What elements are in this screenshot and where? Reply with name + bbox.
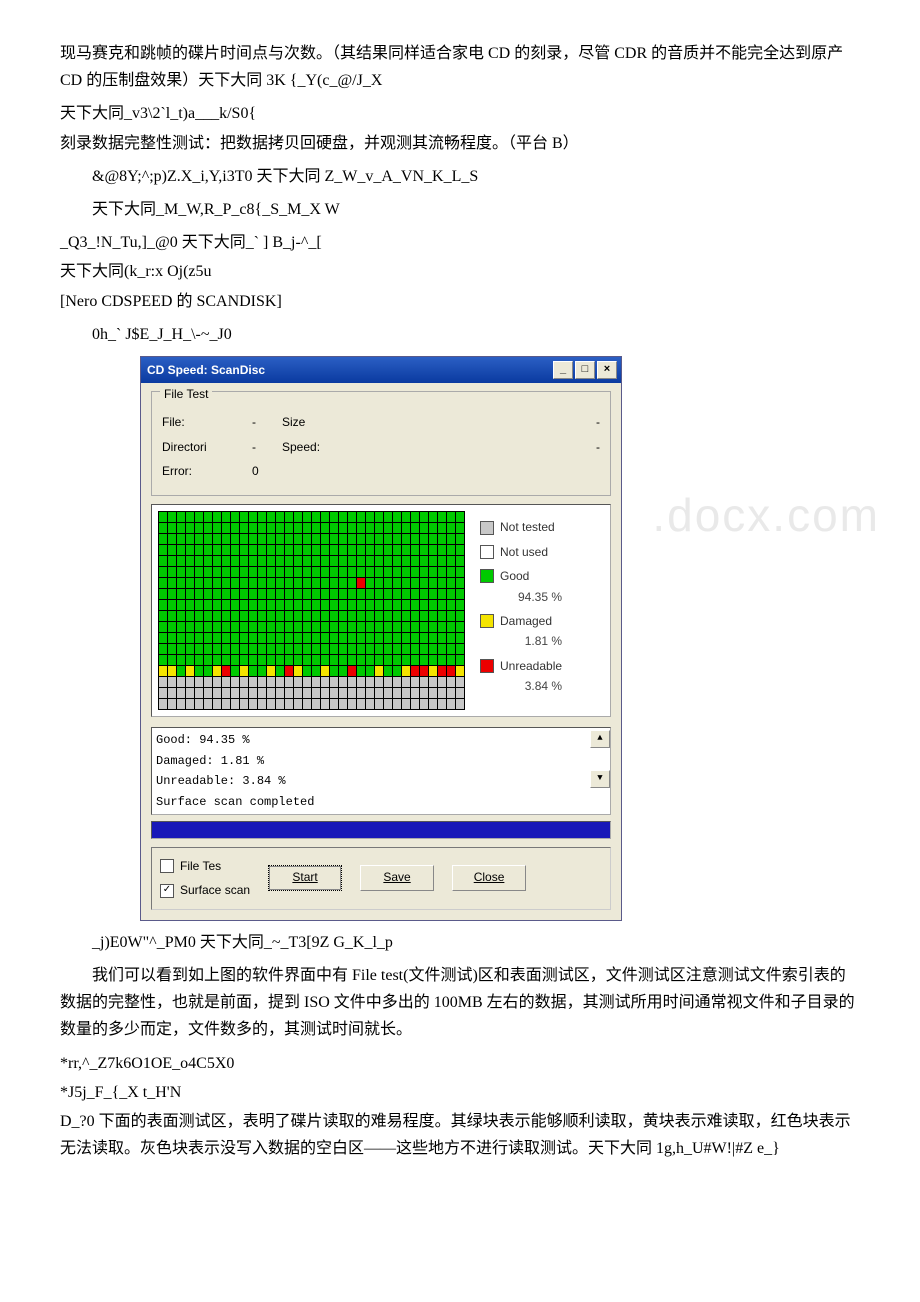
damaged-swatch (480, 614, 494, 628)
file-test-group: File Test File: - Size - Directori - Spe… (151, 391, 611, 496)
paragraph: 天下大同_v3\2`l_t)a___k/S0{ (60, 100, 860, 127)
log-line: Damaged: 1.81 % (156, 751, 606, 771)
minimize-button[interactable]: _ (553, 361, 573, 379)
paragraph: *rr,^_Z7k6O1OE_o4C5X0 (60, 1050, 860, 1077)
log-line: Surface scan completed (156, 792, 606, 812)
paragraph: 天下大同(k_r:x Oj(z5u (60, 258, 860, 285)
surface-grid (158, 511, 468, 710)
size-label: Size (282, 412, 362, 432)
surface-panel: Not tested Not used Good 94.35 % Damaged… (151, 504, 611, 717)
legend-not-tested: Not tested (500, 517, 555, 537)
log-line: Good: 94.35 % (156, 730, 606, 750)
paragraph: *J5j_F_{_X t_H'N (60, 1079, 860, 1106)
scroll-up-button[interactable]: ▲ (590, 730, 610, 748)
surface-scan-checkbox[interactable]: ✓ (160, 884, 174, 898)
scroll-down-button[interactable]: ▼ (590, 770, 610, 788)
speed-label: Speed: (282, 437, 362, 457)
dash: - (252, 437, 282, 457)
directory-label: Directori (162, 437, 252, 457)
maximize-button[interactable]: □ (575, 361, 595, 379)
file-test-check-label: File Tes (180, 856, 221, 876)
unreadable-swatch (480, 659, 494, 673)
paragraph: 天下大同_M_W,R_P_c8{_S_M_X W (60, 196, 860, 223)
file-test-checkbox[interactable] (160, 859, 174, 873)
damaged-percent: 1.81 % (480, 631, 562, 651)
paragraph: [Nero CDSPEED 的 SCANDISK] (60, 288, 860, 315)
paragraph: _Q3_!N_Tu,]_@0 天下大同_` ] B_j-^_[ (60, 229, 860, 256)
log-line: Unreadable: 3.84 % (156, 771, 606, 791)
paragraph: 现马赛克和跳帧的碟片时间点与次数。（其结果同样适合家电 CD 的刻录，尽管 CD… (60, 40, 860, 94)
unreadable-percent: 3.84 % (480, 676, 562, 696)
paragraph: D_?0 下面的表面测试区，表明了碟片读取的难易程度。其绿块表示能够顺利读取，黄… (60, 1108, 860, 1162)
error-value: 0 (252, 461, 282, 481)
titlebar: CD Speed: ScanDisc _ □ × (141, 357, 621, 383)
good-percent: 94.35 % (480, 587, 562, 607)
save-button[interactable]: Save (360, 865, 434, 891)
legend-unreadable: Unreadable (500, 656, 562, 676)
window-title: CD Speed: ScanDisc (147, 360, 265, 380)
log-box: Good: 94.35 % Damaged: 1.81 % Unreadable… (151, 727, 611, 815)
dash: - (596, 412, 600, 432)
start-button[interactable]: Start (268, 865, 342, 891)
surface-scan-check-label: Surface scan (180, 880, 250, 900)
scandisc-window: CD Speed: ScanDisc _ □ × File Test File:… (140, 356, 622, 921)
close-window-button[interactable]: Close (452, 865, 526, 891)
error-label: Error: (162, 461, 252, 481)
legend-damaged: Damaged (500, 611, 552, 631)
paragraph: 0h_` J$E_J_H_\-~_J0 (60, 321, 860, 348)
not-used-swatch (480, 545, 494, 559)
bottom-bar: File Tes ✓ Surface scan Start Save Close (151, 847, 611, 910)
legend-not-used: Not used (500, 542, 548, 562)
dash: - (252, 412, 282, 432)
paragraph: _j)E0W"^_PM0 天下大同_~_T3[9Z G_K_l_p (60, 929, 860, 956)
paragraph: 我们可以看到如上图的软件界面中有 File test(文件测试)区和表面测试区，… (60, 962, 860, 1044)
legend-good: Good (500, 566, 529, 586)
legend-column: Not tested Not used Good 94.35 % Damaged… (474, 505, 568, 716)
not-tested-swatch (480, 521, 494, 535)
file-label: File: (162, 412, 252, 432)
dash: - (596, 437, 600, 457)
close-button[interactable]: × (597, 361, 617, 379)
paragraph: 刻录数据完整性测试：把数据拷贝回硬盘，并观测其流畅程度。（平台 B） (60, 130, 860, 157)
paragraph: &@8Y;^;p)Z.X_i,Y,i3T0 天下大同 Z_W_v_A_VN_K_… (60, 163, 860, 190)
progress-bar (151, 821, 611, 839)
watermark: .docx.com (652, 476, 880, 554)
group-legend: File Test (160, 384, 212, 404)
good-swatch (480, 569, 494, 583)
